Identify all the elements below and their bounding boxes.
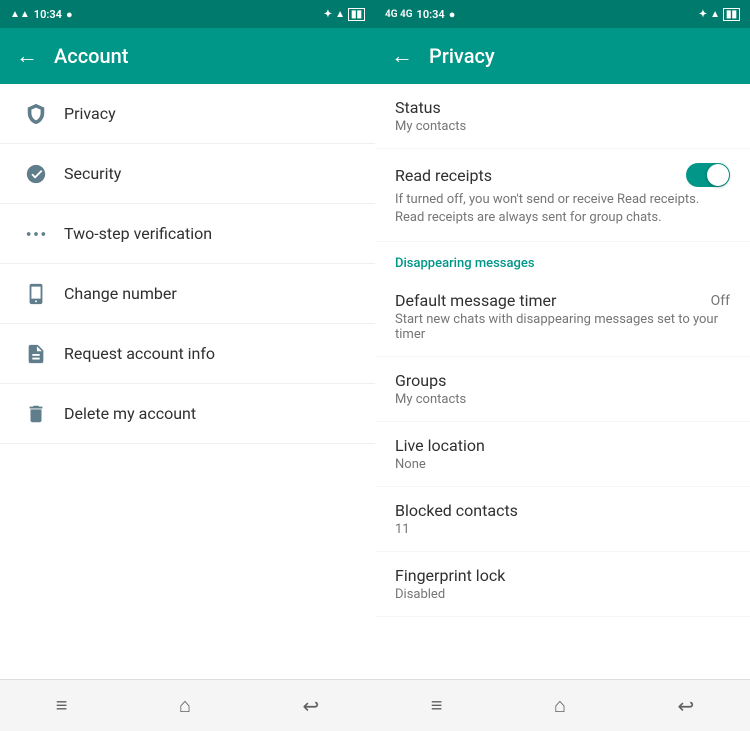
signal-icons-privacy: 4G 4G	[385, 9, 413, 20]
delete-account-label: Delete my account	[64, 404, 196, 423]
privacy-item-fingerprint[interactable]: Fingerprint lock Disabled	[375, 552, 750, 617]
menu-item-privacy[interactable]: Privacy	[0, 84, 375, 144]
two-step-icon	[16, 223, 56, 245]
blocked-contacts-count: 11	[395, 522, 730, 537]
nav-menu-icon-privacy[interactable]: ≡	[431, 693, 443, 718]
bluetooth-icon: ✦	[324, 9, 332, 20]
privacy-content: Status My contacts Read receipts If turn…	[375, 84, 750, 679]
groups-value: My contacts	[395, 392, 730, 407]
bottom-nav-privacy: ≡ ⌂ ↩	[375, 679, 750, 731]
delete-icon	[16, 403, 56, 425]
privacy-label: Privacy	[64, 104, 116, 123]
privacy-title: Privacy	[429, 44, 495, 68]
account-title: Account	[54, 44, 128, 68]
back-button-privacy[interactable]: ←	[391, 43, 413, 69]
nav-back-icon-privacy[interactable]: ↩	[677, 694, 694, 718]
security-icon	[16, 163, 56, 185]
read-receipts-description: If turned off, you won't send or receive…	[395, 191, 730, 227]
account-panel: ▲▲ 10:34 ● ✦ ▲ ▮▮ ← Account Privacy	[0, 0, 375, 731]
wifi-icon: ▲	[335, 9, 345, 20]
default-timer-title: Default message timer	[395, 291, 556, 310]
privacy-header: ← Privacy	[375, 28, 750, 84]
status-indicator: ●	[66, 8, 73, 21]
disappearing-messages-header: Disappearing messages	[375, 242, 750, 277]
nav-home-icon[interactable]: ⌂	[179, 693, 191, 718]
privacy-item-blocked[interactable]: Blocked contacts 11	[375, 487, 750, 552]
menu-item-security[interactable]: Security	[0, 144, 375, 204]
status-bar-privacy: 4G 4G 10:34 ● ✦ ▲ ▮▮	[375, 0, 750, 28]
battery-icon: ▮▮	[348, 8, 365, 21]
privacy-panel: 4G 4G 10:34 ● ✦ ▲ ▮▮ ← Privacy Status My…	[375, 0, 750, 731]
blocked-contacts-title: Blocked contacts	[395, 501, 518, 520]
menu-item-delete-account[interactable]: Delete my account	[0, 384, 375, 444]
privacy-item-groups[interactable]: Groups My contacts	[375, 357, 750, 422]
back-button-account[interactable]: ←	[16, 43, 38, 69]
two-step-label: Two-step verification	[64, 224, 212, 243]
status-bar-account: ▲▲ 10:34 ● ✦ ▲ ▮▮	[0, 0, 375, 28]
menu-item-request-info[interactable]: Request account info	[0, 324, 375, 384]
status-time: 10:34	[34, 8, 62, 21]
account-header: ← Account	[0, 28, 375, 84]
security-label: Security	[64, 164, 121, 183]
nav-home-icon-privacy[interactable]: ⌂	[554, 693, 566, 718]
read-receipts-toggle[interactable]	[686, 163, 730, 187]
status-indicator-privacy: ●	[449, 8, 456, 21]
toggle-knob	[707, 164, 729, 186]
menu-item-change-number[interactable]: Change number	[0, 264, 375, 324]
bluetooth-icon-privacy: ✦	[699, 9, 707, 20]
privacy-item-default-timer[interactable]: Default message timer Off Start new chat…	[375, 277, 750, 357]
menu-item-two-step[interactable]: Two-step verification	[0, 204, 375, 264]
privacy-item-status[interactable]: Status My contacts	[375, 84, 750, 149]
status-title: Status	[395, 98, 441, 117]
read-receipts-title: Read receipts	[395, 166, 492, 185]
change-number-icon	[16, 283, 56, 305]
default-timer-value: Off	[711, 293, 730, 309]
change-number-label: Change number	[64, 284, 177, 303]
fingerprint-value: Disabled	[395, 587, 730, 602]
account-content: Privacy Security Two-step verification C…	[0, 84, 375, 679]
bottom-nav-account: ≡ ⌂ ↩	[0, 679, 375, 731]
request-info-label: Request account info	[64, 344, 215, 363]
privacy-item-read-receipts[interactable]: Read receipts If turned off, you won't s…	[375, 149, 750, 242]
nav-back-icon[interactable]: ↩	[302, 694, 319, 718]
fingerprint-title: Fingerprint lock	[395, 566, 505, 585]
live-location-title: Live location	[395, 436, 485, 455]
battery-icon-privacy: ▮▮	[723, 8, 740, 21]
privacy-item-live-location[interactable]: Live location None	[375, 422, 750, 487]
groups-title: Groups	[395, 371, 446, 390]
live-location-value: None	[395, 457, 730, 472]
default-timer-sub: Start new chats with disappearing messag…	[395, 312, 730, 342]
wifi-icon-privacy: ▲	[710, 9, 720, 20]
status-time-privacy: 10:34	[417, 8, 445, 21]
request-info-icon	[16, 343, 56, 365]
nav-menu-icon[interactable]: ≡	[56, 693, 68, 718]
privacy-icon	[16, 103, 56, 125]
status-value: My contacts	[395, 119, 730, 134]
signal-icons: ▲▲	[10, 9, 30, 20]
